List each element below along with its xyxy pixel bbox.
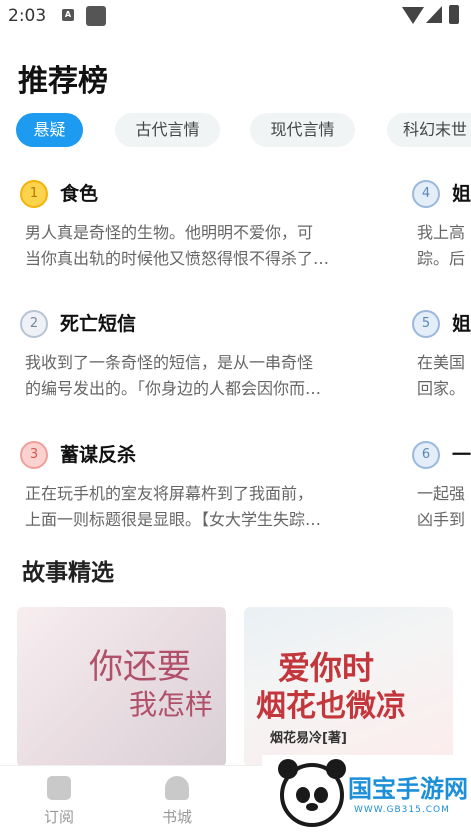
tab-modern-romance[interactable]: 现代言情 bbox=[250, 113, 355, 147]
ranking-column-right: 4 姐 我上高 踪。后 5 姐 在美国 回家。 6 一 一起强 凶手到 bbox=[412, 180, 471, 540]
battery-icon bbox=[449, 5, 459, 24]
ranking-item[interactable]: 5 姐 在美国 回家。 bbox=[412, 310, 471, 410]
ranking-item[interactable]: 2 死亡短信 我收到了一条奇怪的短信，是从一串奇怪 的编号发出的。「你身边的人都… bbox=[20, 310, 390, 410]
ranking-item[interactable]: 1 食色 男人真是奇怪的生物。他明明不爱你，可 当你真出轨的时候他又愤怒得恨不得… bbox=[20, 180, 390, 280]
rank-badge: 6 bbox=[412, 441, 440, 469]
book-description: 我收到了一条奇怪的短信，是从一串奇怪 的编号发出的。「你身边的人都会因你而… bbox=[25, 353, 322, 398]
book-description: 在美国 回家。 bbox=[417, 353, 466, 398]
watermark-url: WWW.GB315.COM bbox=[354, 805, 450, 815]
book-description: 一起强 凶手到 bbox=[417, 484, 466, 529]
category-tabs: 悬疑 古代言情 现代言情 科幻末世 bbox=[0, 113, 471, 149]
nav-label: 书城 bbox=[161, 808, 192, 826]
notification-a-icon: A bbox=[62, 9, 74, 21]
rank-badge: 4 bbox=[412, 180, 440, 208]
story-cover[interactable]: 爱你时 烟花也微凉 烟花易冷[著] bbox=[244, 607, 453, 767]
watermark-brand: 国宝手游网 bbox=[348, 775, 468, 803]
tab-suspense[interactable]: 悬疑 bbox=[16, 113, 83, 147]
signal-icon bbox=[426, 6, 442, 23]
cover-author: 烟花易冷[著] bbox=[270, 731, 347, 746]
book-title: 食色 bbox=[60, 183, 99, 205]
ranking-item[interactable]: 3 蓄谋反杀 正在玩手机的室友将屏幕杵到了我面前， 上面一则标题很是显眼。【女大… bbox=[20, 441, 390, 541]
bookstore-icon bbox=[165, 776, 189, 800]
cover-title-line2: 烟花也微凉 bbox=[256, 689, 406, 724]
nav-bookstore[interactable]: 书城 bbox=[147, 776, 207, 827]
story-cover[interactable]: 你还要 我怎样 bbox=[17, 607, 226, 767]
cover-title-line2: 我怎样 bbox=[129, 688, 214, 721]
book-description: 我上高 踪。后 bbox=[417, 223, 466, 268]
book-description: 正在玩手机的室友将屏幕杵到了我面前， 上面一则标题很是显眼。【女大学生失踪… bbox=[25, 484, 322, 529]
tab-ancient-romance[interactable]: 古代言情 bbox=[115, 113, 220, 147]
watermark-logo: 国宝手游网 WWW.GB315.COM bbox=[262, 755, 471, 837]
rank-badge: 5 bbox=[412, 310, 440, 338]
rank-badge: 1 bbox=[20, 180, 48, 208]
nav-subscribe[interactable]: 订阅 bbox=[29, 776, 89, 827]
ranking-item[interactable]: 6 一 一起强 凶手到 bbox=[412, 441, 471, 540]
book-title: 蓄谋反杀 bbox=[60, 444, 137, 466]
tab-scifi[interactable]: 科幻末世 bbox=[387, 113, 471, 147]
book-title: 死亡短信 bbox=[60, 313, 137, 335]
book-description: 男人真是奇怪的生物。他明明不爱你，可 当你真出轨的时候他又愤怒得恨不得杀了… bbox=[25, 223, 330, 268]
ranking-item[interactable]: 4 姐 我上高 踪。后 bbox=[412, 180, 471, 280]
star-bookmark-icon bbox=[47, 776, 71, 800]
cover-title-line1: 你还要 bbox=[89, 647, 191, 687]
page-title: 推荐榜 bbox=[18, 64, 108, 99]
panda-logo-icon bbox=[278, 759, 346, 827]
book-title: 姐 bbox=[452, 183, 471, 205]
book-title: 一 bbox=[452, 444, 471, 466]
status-bar: 2:03 A bbox=[0, 0, 471, 34]
nav-label: 订阅 bbox=[43, 808, 74, 826]
status-time: 2:03 bbox=[8, 6, 47, 26]
wifi-icon bbox=[402, 7, 424, 24]
rank-badge: 3 bbox=[20, 441, 48, 469]
notification-square-icon bbox=[86, 6, 106, 26]
rank-badge: 2 bbox=[20, 310, 48, 338]
book-title: 姐 bbox=[452, 313, 471, 335]
section-title-stories: 故事精选 bbox=[22, 560, 114, 586]
